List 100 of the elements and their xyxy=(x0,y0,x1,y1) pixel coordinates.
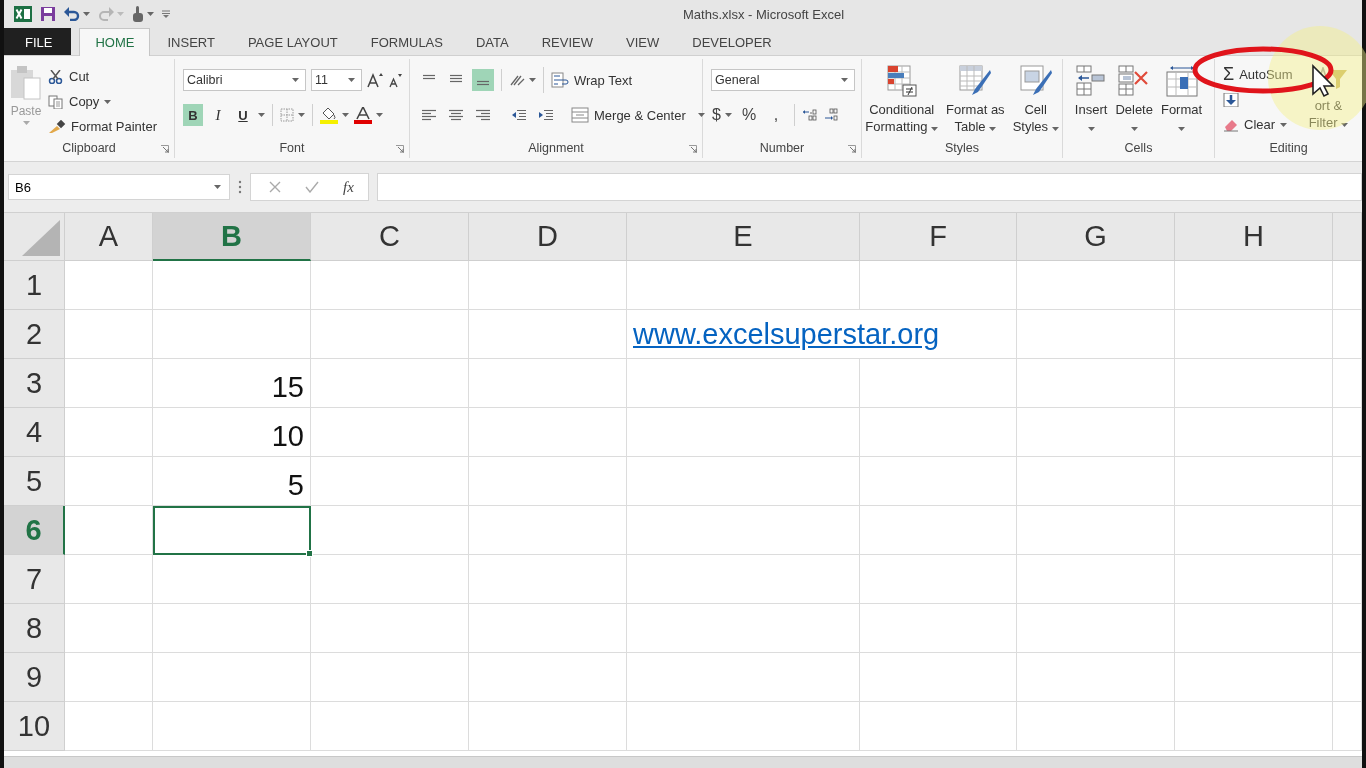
merge-center-button[interactable]: Merge & Center xyxy=(571,103,705,127)
sheet-cell[interactable] xyxy=(311,653,469,702)
sheet-cell[interactable] xyxy=(860,359,1017,408)
sheet-cell[interactable] xyxy=(311,555,469,604)
active-cell[interactable] xyxy=(153,506,311,555)
sheet-cell[interactable] xyxy=(627,457,860,506)
format-cells-button[interactable]: Format xyxy=(1158,65,1205,138)
column-header[interactable]: H xyxy=(1175,213,1333,261)
sheet-cell[interactable]: www.excelsuperstar.org xyxy=(627,310,1017,359)
sheet-cell[interactable] xyxy=(1017,702,1175,751)
percent-button[interactable]: % xyxy=(738,104,760,126)
sheet-cell[interactable] xyxy=(1175,310,1333,359)
sheet-cell[interactable] xyxy=(627,506,860,555)
sheet-cell[interactable] xyxy=(469,653,627,702)
touch-mode-button[interactable] xyxy=(132,6,154,22)
sheet-cell[interactable] xyxy=(311,457,469,506)
ribbon-tab[interactable]: INSERT xyxy=(151,28,231,55)
sheet-cell[interactable] xyxy=(65,457,153,506)
row-header[interactable]: 10 xyxy=(4,702,65,751)
sheet-cell[interactable] xyxy=(1333,408,1362,457)
sheet-cell[interactable] xyxy=(311,506,469,555)
delete-cells-button[interactable]: Delete xyxy=(1113,65,1155,138)
row-header[interactable]: 9 xyxy=(4,653,65,702)
sheet-cell[interactable] xyxy=(469,506,627,555)
sheet-cell[interactable] xyxy=(1175,457,1333,506)
column-header[interactable] xyxy=(1333,213,1362,261)
sheet-cell[interactable] xyxy=(65,555,153,604)
hyperlink[interactable]: www.excelsuperstar.org xyxy=(633,318,940,351)
fill-down-icon[interactable] xyxy=(1223,92,1239,107)
font-size-dropdown[interactable]: 11 xyxy=(311,69,362,91)
grow-font-icon[interactable] xyxy=(367,72,383,88)
sheet-cell[interactable] xyxy=(65,261,153,310)
column-header[interactable]: A xyxy=(65,213,153,261)
enter-check-icon[interactable] xyxy=(305,181,319,193)
column-header[interactable]: D xyxy=(469,213,627,261)
sheet-cell[interactable] xyxy=(1017,261,1175,310)
row-header[interactable]: 1 xyxy=(4,261,65,310)
sheet-cell[interactable] xyxy=(1333,653,1362,702)
sheet-cell[interactable] xyxy=(1017,408,1175,457)
sheet-cell[interactable] xyxy=(469,457,627,506)
underline-button[interactable]: U xyxy=(233,104,253,126)
dialog-launcher-icon[interactable] xyxy=(161,145,169,153)
sheet-cell[interactable] xyxy=(1175,506,1333,555)
ribbon-tab[interactable]: FILE xyxy=(4,28,72,55)
sheet-cell[interactable] xyxy=(860,261,1017,310)
row-header[interactable]: 6 xyxy=(4,506,65,555)
wrap-text-button[interactable]: Wrap Text xyxy=(551,68,633,92)
column-header[interactable]: F xyxy=(860,213,1017,261)
column-header[interactable]: G xyxy=(1017,213,1175,261)
conditional-formatting-button[interactable]: Conditional Formatting xyxy=(863,65,941,138)
sheet-cell[interactable] xyxy=(311,408,469,457)
sheet-cell[interactable] xyxy=(65,310,153,359)
save-icon[interactable] xyxy=(40,6,56,22)
sheet-cell[interactable] xyxy=(311,604,469,653)
font-name-dropdown[interactable]: Calibri xyxy=(183,69,306,91)
sheet-cell[interactable] xyxy=(860,702,1017,751)
sheet-cell[interactable] xyxy=(1175,702,1333,751)
sheet-cell[interactable] xyxy=(65,604,153,653)
sheet-cell[interactable] xyxy=(1333,506,1362,555)
ribbon-tab[interactable]: FORMULAS xyxy=(354,28,459,55)
formula-input[interactable] xyxy=(376,173,1362,201)
dialog-launcher-icon[interactable] xyxy=(396,145,404,153)
insert-cells-button[interactable]: Insert xyxy=(1072,65,1110,138)
sheet-cell[interactable] xyxy=(1017,457,1175,506)
increase-decimal-icon[interactable] xyxy=(802,108,818,122)
undo-button[interactable] xyxy=(64,7,90,21)
column-header[interactable]: C xyxy=(311,213,469,261)
sheet-cell[interactable] xyxy=(627,555,860,604)
row-header[interactable]: 7 xyxy=(4,555,65,604)
excel-logo-icon[interactable] xyxy=(14,6,32,22)
bottom-align-button[interactable] xyxy=(472,69,494,91)
sheet-cell[interactable] xyxy=(1333,261,1362,310)
row-header[interactable]: 2 xyxy=(4,310,65,359)
sheet-cell[interactable] xyxy=(627,408,860,457)
sheet-cell[interactable] xyxy=(1175,653,1333,702)
sheet-cell[interactable] xyxy=(627,261,860,310)
sheet-cell[interactable] xyxy=(627,653,860,702)
copy-button[interactable]: Copy xyxy=(48,90,157,113)
sheet-cell[interactable] xyxy=(1333,555,1362,604)
ribbon-tab[interactable]: DEVELOPER xyxy=(676,28,788,55)
autosum-button[interactable]: Σ AutoSum xyxy=(1223,63,1293,86)
cell-styles-button[interactable]: Cell Styles xyxy=(1010,65,1061,138)
sheet-cell[interactable] xyxy=(153,702,311,751)
sheet-cell[interactable] xyxy=(1017,506,1175,555)
sheet-cell[interactable] xyxy=(469,555,627,604)
row-header[interactable]: 5 xyxy=(4,457,65,506)
sheet-cell[interactable] xyxy=(469,310,627,359)
sheet-cell[interactable] xyxy=(469,604,627,653)
sheet-cell[interactable] xyxy=(1333,702,1362,751)
sheet-cell[interactable] xyxy=(311,359,469,408)
row-header[interactable]: 3 xyxy=(4,359,65,408)
sheet-cell[interactable] xyxy=(1175,604,1333,653)
column-header[interactable]: B xyxy=(153,213,311,261)
ribbon-tab[interactable]: REVIEW xyxy=(525,28,609,55)
sheet-cell[interactable] xyxy=(1175,359,1333,408)
sheet-cell[interactable] xyxy=(1333,359,1362,408)
sheet-cell[interactable] xyxy=(1175,408,1333,457)
sheet-cell[interactable] xyxy=(65,408,153,457)
sheet-cell[interactable] xyxy=(153,555,311,604)
currency-button[interactable]: $ xyxy=(711,104,733,126)
